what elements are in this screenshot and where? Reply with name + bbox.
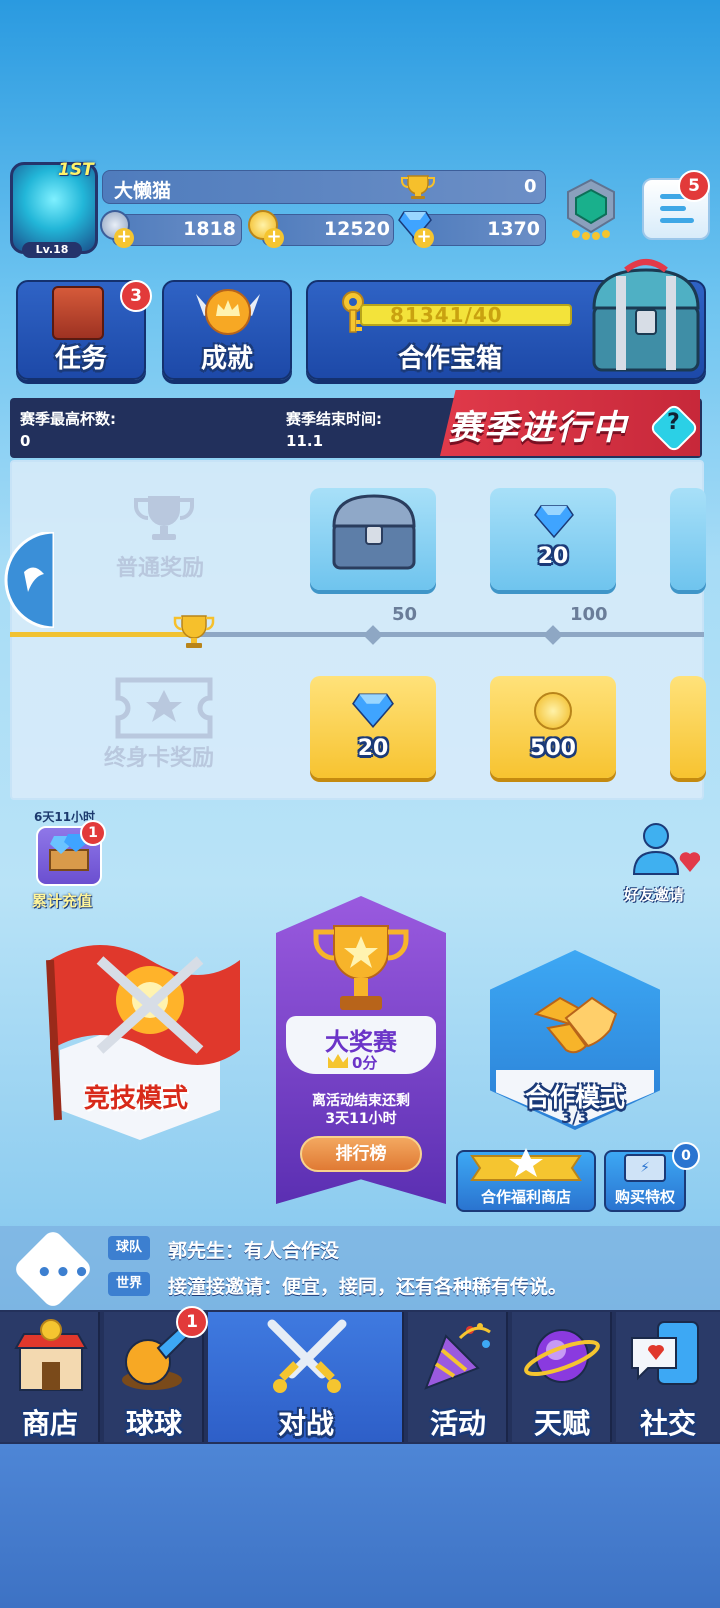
chat-message-2: 接潼接邀请：便宜，接同，还有各种稀有传说。 xyxy=(168,1276,568,1298)
progress-trophy-icon xyxy=(173,615,215,648)
season-end-value: 11.1 xyxy=(286,432,324,450)
coop-chest-label: 合作宝箱 xyxy=(397,344,502,374)
help-icon: ? xyxy=(667,410,680,435)
silver-chest-icon xyxy=(332,494,416,570)
max-trophy-value: 0 xyxy=(20,432,31,450)
trophy-count: 0 xyxy=(524,176,537,197)
coop-shop-label: 合作福利商店 xyxy=(480,1188,571,1206)
chat-dots-icon: ••• xyxy=(36,1258,92,1288)
coop-mode-count: 3/3 xyxy=(560,1108,590,1127)
menu-icon-line xyxy=(660,218,694,223)
grand-prix-countdown-label: 离活动结束还剩 xyxy=(312,1093,410,1109)
max-trophy-label: 赛季最高杯数: xyxy=(20,410,116,428)
crossed-swords-icon xyxy=(267,1319,347,1393)
add-gold-icon[interactable]: + xyxy=(264,228,284,248)
tasks-label: 任务 xyxy=(54,344,107,374)
normal-reward-label: 普通奖励 xyxy=(116,556,205,581)
menu-badge: 5 xyxy=(678,170,710,202)
friend-invite-label: 好友邀请 xyxy=(624,886,685,904)
bottom-spacer xyxy=(0,1444,720,1608)
competitive-mode-label: 竞技模式 xyxy=(84,1084,189,1114)
nav-shop-label: 商店 xyxy=(21,1407,78,1440)
player-name: 大懒猫 xyxy=(114,180,172,202)
handshake-icon xyxy=(533,996,618,1054)
coop-chest-progress: 81341/40 xyxy=(390,303,503,327)
chat-message-1: 郭先生：有人合作没 xyxy=(168,1240,340,1262)
buy-privilege-label: 购买特权 xyxy=(614,1188,675,1206)
nav-talent-label: 天赋 xyxy=(533,1407,590,1440)
add-silver-icon[interactable]: + xyxy=(114,228,134,248)
recharge-badge: 1 xyxy=(80,820,106,846)
gold-coin-icon xyxy=(534,692,572,730)
leaderboard-button[interactable]: 排行榜 xyxy=(300,1136,422,1172)
nav-balls-badge: 1 xyxy=(176,1306,208,1338)
nav-balls-label: 球球 xyxy=(125,1407,182,1440)
tasks-badge: 3 xyxy=(120,280,152,312)
trophy-icon xyxy=(401,175,435,199)
gem-count: 1370 xyxy=(487,218,540,240)
normal-reward-value-2: 20 xyxy=(537,544,569,569)
season-banner-text: 赛季进行中 xyxy=(448,408,628,448)
game-lobby: { "player": { "rank_label": "1ST", "leve… xyxy=(0,0,720,1608)
lifetime-reward-tile-3[interactable] xyxy=(670,676,706,778)
silver-count: 1818 xyxy=(183,218,236,240)
chat-tag-team: 球队 xyxy=(108,1236,151,1260)
gem-icon xyxy=(534,505,574,538)
shop-icon xyxy=(14,1319,88,1391)
player-level: Lv.18 xyxy=(22,242,82,258)
normal-reward-tile-3[interactable] xyxy=(670,488,706,590)
grand-prix-countdown: 3天11小时 xyxy=(325,1111,397,1127)
add-gem-icon[interactable]: + xyxy=(414,228,434,248)
privilege-badge: 0 xyxy=(672,1142,700,1170)
gold-count: 12520 xyxy=(323,218,390,240)
task-book-icon xyxy=(52,286,104,340)
star-banner-icon xyxy=(470,1148,582,1181)
achievement-label: 成就 xyxy=(200,344,253,374)
season-progress-fill xyxy=(10,632,190,637)
gold-trophy-icon xyxy=(313,925,409,1010)
menu-icon-line xyxy=(660,206,686,211)
nav-activity-label: 活动 xyxy=(429,1407,486,1440)
chat-tag-world: 世界 xyxy=(108,1272,151,1296)
normal-reward-trophy-icon xyxy=(134,496,194,540)
gem-icon xyxy=(352,693,394,728)
season-end-label: 赛季结束时间: xyxy=(286,410,382,428)
treasure-chest-icon xyxy=(592,259,700,372)
scroll-left-arrow-icon[interactable] xyxy=(4,532,54,628)
milestone-label: 50 xyxy=(392,604,418,625)
privilege-card-icon: ⚡ xyxy=(624,1154,666,1182)
chat-heart-icon xyxy=(631,1321,699,1385)
lifetime-reward-value-1: 20 xyxy=(357,736,389,761)
rank-label: 1ST xyxy=(58,160,94,180)
grand-prix-score: 0分 xyxy=(352,1054,378,1072)
nav-social-label: 社交 xyxy=(639,1407,696,1440)
friend-invite-icon[interactable] xyxy=(628,820,700,884)
lifetime-reward-value-2: 500 xyxy=(530,736,576,761)
milestone-label: 100 xyxy=(570,604,608,625)
achievement-medal-icon xyxy=(196,289,260,335)
lifetime-reward-label: 终身卡奖励 xyxy=(104,746,215,771)
party-popper-icon xyxy=(424,1323,491,1390)
rank-badge-icon[interactable] xyxy=(560,178,622,240)
planet-icon xyxy=(524,1329,600,1383)
nav-battle-label: 对战 xyxy=(277,1407,334,1440)
lifetime-card-ticket-icon xyxy=(115,677,213,739)
